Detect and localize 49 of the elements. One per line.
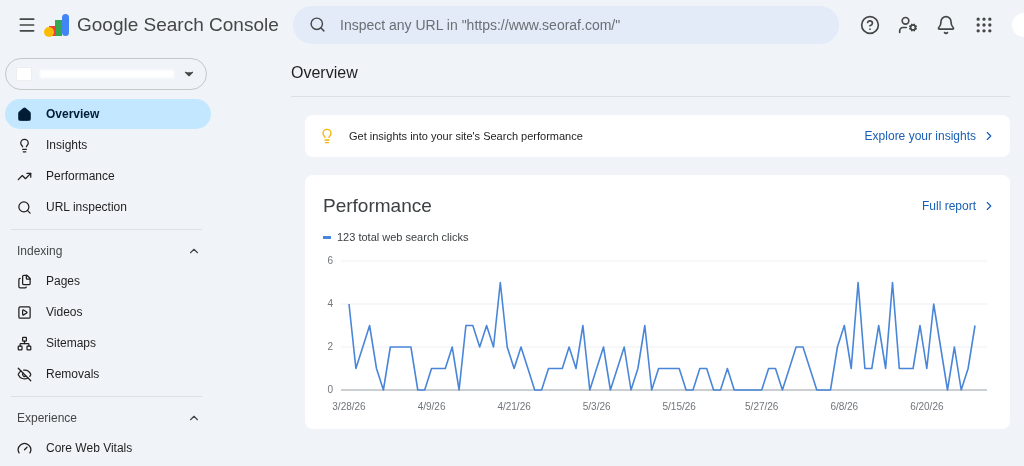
explore-link[interactable]: Explore your insights: [864, 129, 996, 143]
gauge-icon: [17, 440, 32, 456]
y-tick-label: 2: [327, 341, 333, 352]
sidebar-item[interactable]: Removals: [5, 359, 211, 389]
bell-icon[interactable]: [936, 15, 956, 35]
x-tick-label: 5/27/26: [745, 401, 779, 412]
x-tick-label: 5/15/26: [662, 401, 696, 412]
sidebar-item[interactable]: Performance: [5, 161, 211, 191]
menu-icon[interactable]: [17, 15, 37, 35]
sidebar-item[interactable]: URL inspection: [5, 192, 211, 222]
search-field[interactable]: Inspect any URL in "https://www.seoraf.com/": [293, 6, 839, 44]
x-tick-label: 6/8/26: [830, 401, 859, 412]
x-tick-label: 4/21/26: [497, 401, 531, 412]
full-report-link[interactable]: Full report: [921, 199, 996, 213]
section-title: Indexing: [17, 244, 63, 258]
sidebar-item[interactable]: Pages: [5, 266, 211, 296]
y-tick-label: 6: [327, 255, 333, 266]
help-icon[interactable]: [860, 15, 880, 35]
x-tick-label: 3/28/26: [332, 401, 366, 412]
home-icon: [17, 106, 32, 122]
section-header[interactable]: Indexing: [5, 236, 211, 266]
sidebar-item[interactable]: Sitemaps: [5, 328, 211, 358]
eye-off-icon: [17, 366, 32, 382]
user-settings-icon[interactable]: [898, 15, 918, 35]
card-title: Performance: [323, 195, 432, 217]
lightbulb-icon: [319, 128, 335, 144]
lightbulb-icon: [17, 137, 32, 153]
legend-swatch: [323, 235, 331, 239]
video-icon: [17, 304, 32, 320]
x-tick-label: 6/20/26: [910, 401, 944, 412]
legend-label: 123 total web search clicks: [337, 231, 469, 243]
apps-grid-icon[interactable]: [974, 15, 994, 35]
sitemap-icon: [17, 335, 32, 351]
sidebar-item[interactable]: Insights: [5, 130, 211, 160]
section-title: Experience: [17, 411, 78, 425]
y-tick-label: 0: [327, 384, 333, 395]
sidebar-item[interactable]: Overview: [5, 99, 211, 129]
pages-icon: [17, 273, 32, 289]
insights-text: Get insights into your site's Search performance: [349, 130, 583, 142]
x-tick-label: 5/3/26: [582, 401, 611, 412]
product-name: Google Search Console: [77, 14, 279, 36]
y-tick-label: 4: [327, 298, 333, 309]
sidebar-item[interactable]: Videos: [5, 297, 211, 327]
page-title: Overview: [291, 50, 1010, 97]
logo-icon: [43, 12, 71, 38]
section-header[interactable]: Experience: [5, 403, 211, 433]
sidebar-item[interactable]: Core Web Vitals: [5, 433, 211, 463]
search-icon: [17, 199, 32, 215]
x-tick-label: 4/9/26: [417, 401, 446, 412]
